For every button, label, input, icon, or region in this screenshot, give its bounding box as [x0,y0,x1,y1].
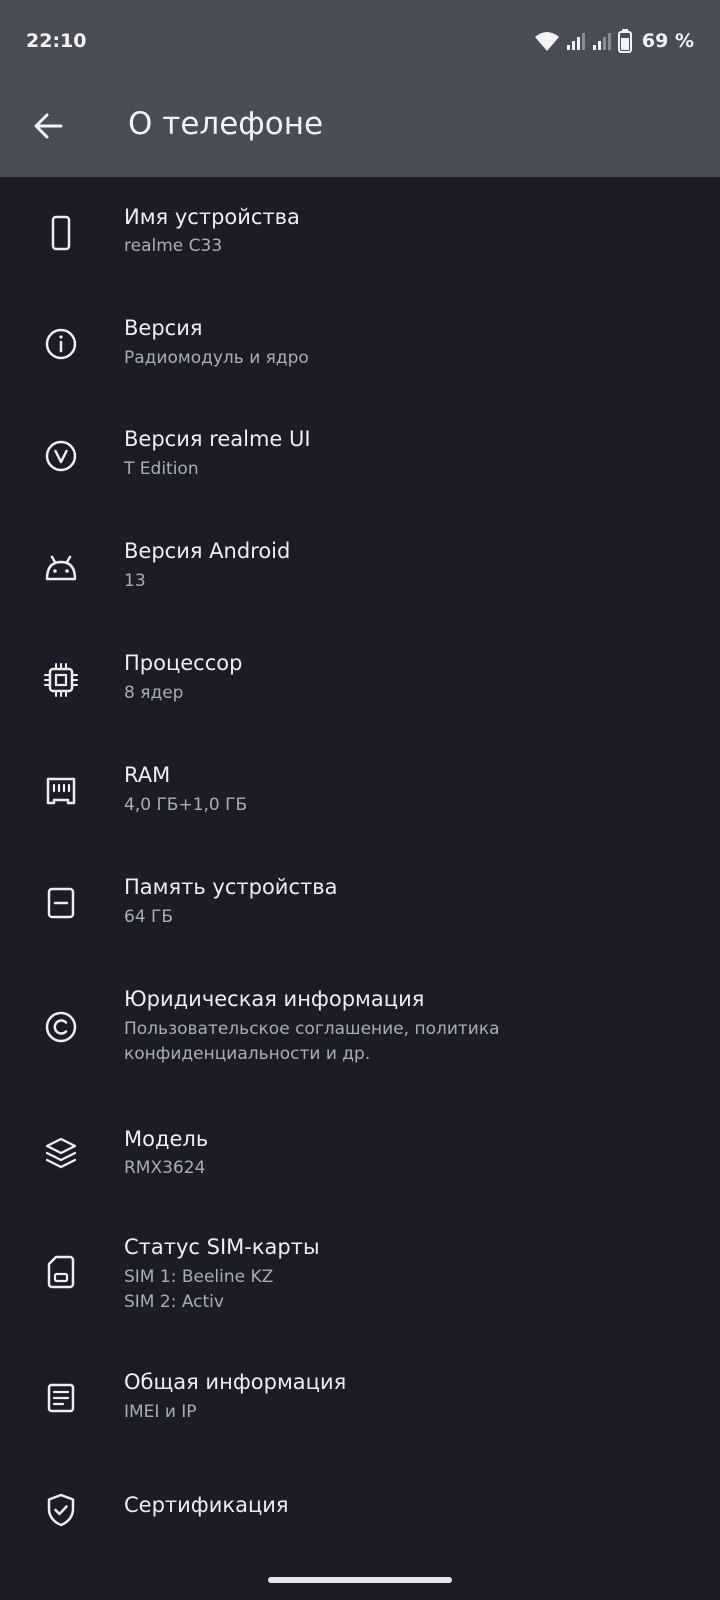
item-subtitle: SIM 1: Beeline KZ SIM 2: Activ [124,1265,684,1315]
item-title: Общая информация [124,1370,347,1394]
status-icons: 69 % [534,26,694,56]
list-item-version[interactable]: Версия Радиомодуль и ядро [0,289,720,401]
list-item-model[interactable]: Модель RMX3624 [0,1097,720,1209]
list-item-sim-status[interactable]: Статус SIM-карты SIM 1: Beeline KZ SIM 2… [0,1209,720,1345]
item-subtitle: IMEI и IP [124,1402,197,1422]
list-item-storage[interactable]: Память устройства 64 ГБ [0,849,720,961]
item-subtitle: Радиомодуль и ядро [124,348,309,368]
item-title: Модель [124,1127,209,1151]
page-title: О телефоне [128,106,324,142]
back-button[interactable] [24,102,72,150]
phone-icon [42,214,80,252]
home-indicator[interactable] [268,1577,452,1583]
list-item-legal-info[interactable]: Юридическая информация Пользовательское … [0,961,720,1097]
app-header: 22:10 69 % О телефоне [0,0,720,177]
list-item-certification[interactable]: Сертификация [0,1457,720,1569]
sim2-status: SIM 2: Activ [124,1292,224,1312]
signal-sim1-icon [566,31,586,51]
item-subtitle: Пользовательское соглашение, политика ко… [124,1019,500,1064]
sim1-status: SIM 1: Beeline KZ [124,1267,274,1287]
status-time: 22:10 [26,30,87,52]
item-title: Версия [124,316,203,340]
item-subtitle: 4,0 ГБ+1,0 ГБ [124,795,248,815]
document-icon [42,1379,80,1417]
wifi-icon [534,30,560,52]
item-title: Память устройства [124,875,338,899]
list-item-general-info[interactable]: Общая информация IMEI и IP [0,1345,720,1457]
item-subtitle: RMX3624 [124,1158,206,1178]
item-subtitle: 8 ядер [124,683,184,703]
status-bar: 22:10 69 % [0,0,720,84]
item-title: Версия Android [124,539,291,563]
layers-icon [42,1134,80,1172]
processor-chip-icon [42,661,80,699]
copyright-icon [42,1008,80,1046]
item-title: RAM [124,763,171,787]
item-title: Версия realme UI [124,427,311,451]
item-title: Имя устройства [124,205,300,229]
signal-sim2-icon [592,31,612,51]
item-title: Статус SIM-карты [124,1235,320,1259]
item-title: Юридическая информация [124,987,425,1011]
item-subtitle: realme C33 [124,236,223,256]
battery-icon [617,29,632,53]
info-icon [42,325,80,363]
item-title: Сертификация [124,1493,289,1517]
android-icon [42,549,80,587]
list-item-realme-ui-version[interactable]: Версия realme UI T Edition [0,401,720,513]
arrow-left-icon [33,113,63,139]
list-item-processor[interactable]: Процессор 8 ядер [0,625,720,737]
storage-icon [42,884,80,922]
toolbar: О телефоне [0,84,720,177]
battery-percent: 69 % [641,30,694,52]
item-subtitle: T Edition [124,459,199,479]
item-subtitle: 13 [124,571,146,591]
item-title: Процессор [124,651,243,675]
item-subtitle: 64 ГБ [124,907,174,927]
sim-card-icon [42,1253,80,1291]
list-item-device-name[interactable]: Имя устройства realme C33 [0,177,720,289]
list-item-android-version[interactable]: Версия Android 13 [0,513,720,625]
ram-icon [42,772,80,810]
list-item-ram[interactable]: RAM 4,0 ГБ+1,0 ГБ [0,737,720,849]
version-v-icon [42,437,80,475]
shield-check-icon [42,1491,80,1529]
